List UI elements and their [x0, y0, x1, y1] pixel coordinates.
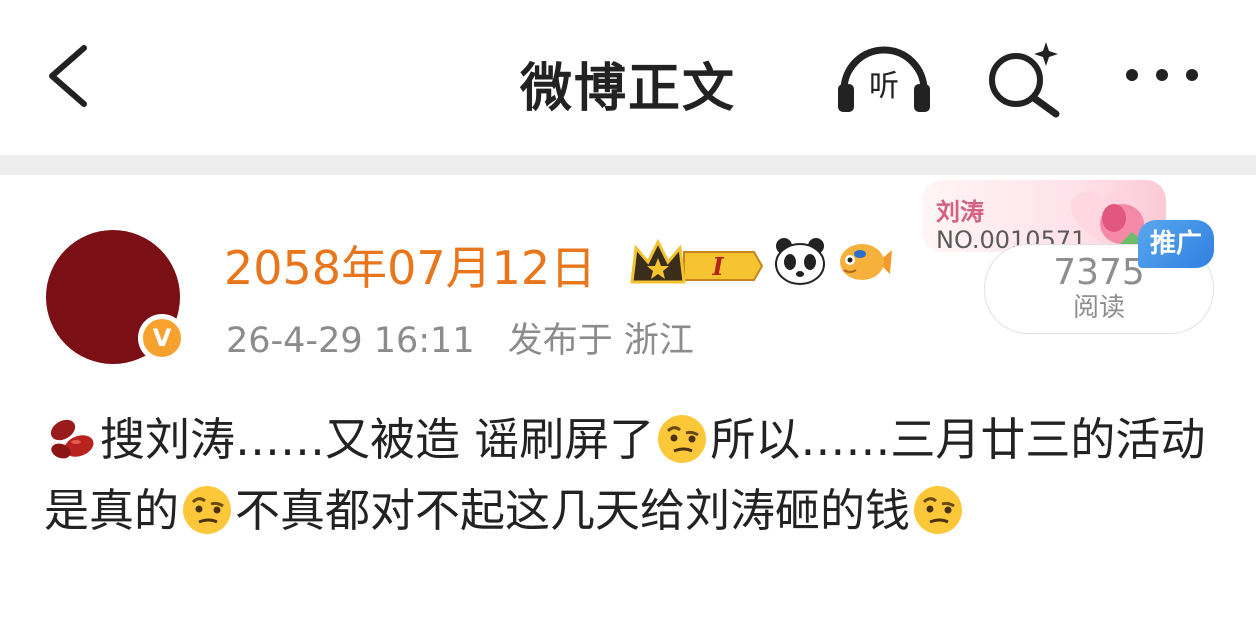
username[interactable]: 2058年07月12日 [224, 232, 596, 298]
listen-label: 听 [869, 69, 899, 104]
member-crown-badge-icon[interactable]: I [628, 236, 764, 286]
listen-button[interactable]: 听 [832, 40, 936, 114]
promo-tag[interactable]: 推广 [1138, 220, 1214, 268]
page-title: 微博正文 [519, 59, 736, 119]
skeptical-emoji-icon [656, 413, 708, 465]
verified-badge-icon: V [138, 314, 186, 362]
fish-badge-icon[interactable] [836, 236, 894, 286]
post-meta: 26-4-29 16:11 发布于 浙江 [226, 312, 716, 363]
post-content: 搜刘涛……又被造 谣刷屏了 所以……三月廿三的活动是真的 不真都对不起这几天给刘… [44, 404, 1214, 546]
back-arrow-icon[interactable] [40, 40, 100, 112]
more-icon[interactable] [1120, 60, 1204, 90]
listen-icon: 听 [838, 46, 930, 112]
ai-search-icon[interactable] [982, 38, 1066, 118]
skeptical-emoji-icon [912, 484, 964, 536]
promo-name: 刘涛 [936, 198, 984, 226]
post-time: 26-4-29 16:11 [226, 321, 475, 361]
post-text-1: 搜刘涛……又被造 谣刷屏了 [100, 413, 655, 466]
read-label: 阅读 [1072, 293, 1125, 323]
member-level: I [711, 252, 724, 281]
skeptical-emoji-icon [181, 484, 233, 536]
beans-emoji-icon [46, 413, 98, 465]
post-text-3: 不真都对不起这几天给刘涛砸的钱 [235, 484, 911, 537]
section-divider [0, 155, 1256, 175]
panda-badge-icon[interactable] [772, 236, 828, 286]
post-location: 发布于 浙江 [507, 321, 694, 361]
